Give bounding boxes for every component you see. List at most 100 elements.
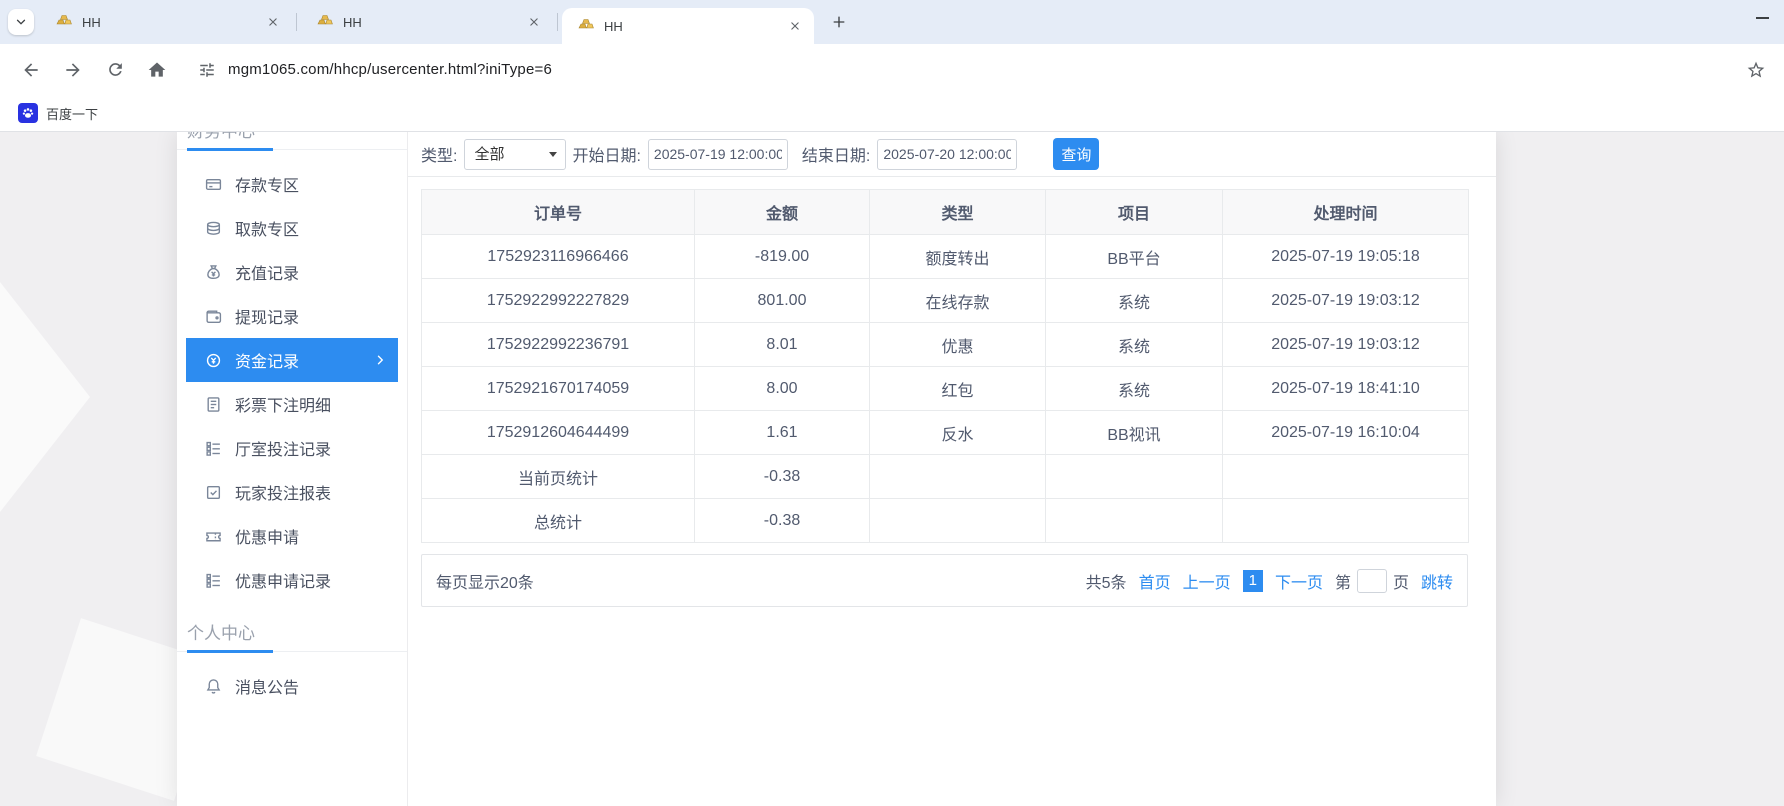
money-bag-icon bbox=[205, 264, 222, 281]
table-row: 1752922992227829 801.00 在线存款 系统 2025-07-… bbox=[422, 279, 1469, 323]
cell-type: 反水 bbox=[870, 411, 1046, 455]
forward-button[interactable] bbox=[56, 53, 90, 87]
fund-records-content: 类型: 全部 开始日期: 结束日期: 查询 订单号 金额 bbox=[408, 132, 1496, 806]
next-page-link[interactable]: 下一页 bbox=[1275, 569, 1323, 593]
tab-close-icon[interactable] bbox=[264, 13, 282, 31]
end-date-input[interactable] bbox=[877, 139, 1017, 170]
sidebar-item-recharge-records[interactable]: 充值记录 bbox=[186, 250, 398, 294]
document-icon bbox=[205, 396, 222, 413]
sidebar-item-deposit-zone[interactable]: 存款专区 bbox=[186, 162, 398, 206]
bookmark-label: 百度一下 bbox=[46, 104, 98, 123]
pagination-panel: 每页显示20条 共5条 首页 上一页 1 下一页 第 页 跳转 bbox=[421, 554, 1468, 607]
cell-project: 系统 bbox=[1046, 323, 1223, 367]
list-icon bbox=[205, 440, 222, 457]
bookmark-baidu[interactable]: 百度一下 bbox=[10, 99, 106, 127]
bookmark-star-button[interactable] bbox=[1740, 54, 1772, 86]
sidebar-item-fund-records[interactable]: 资金记录 bbox=[186, 338, 398, 382]
sidebar-item-label: 彩票下注明细 bbox=[235, 392, 331, 416]
sidebar-item-promo-apply[interactable]: 优惠申请 bbox=[186, 514, 398, 558]
start-date-label: 开始日期: bbox=[572, 142, 640, 166]
table-row-grand-total: 总统计 -0.38 bbox=[422, 499, 1469, 543]
sidebar-item-player-bet-report[interactable]: 玩家投注报表 bbox=[186, 470, 398, 514]
col-header-process-time: 处理时间 bbox=[1223, 190, 1469, 235]
tab-search-button[interactable] bbox=[8, 9, 34, 35]
sidebar-item-label: 消息公告 bbox=[235, 674, 299, 698]
end-date-label: 结束日期: bbox=[802, 142, 870, 166]
sidebar-item-label: 取款专区 bbox=[235, 216, 299, 240]
sidebar-item-promo-apply-records[interactable]: 优惠申请记录 bbox=[186, 558, 398, 602]
page-jump-input[interactable] bbox=[1357, 569, 1387, 593]
cell-order-no: 1752922992227829 bbox=[422, 279, 695, 323]
col-header-order-no: 订单号 bbox=[422, 190, 695, 235]
cell-order-no: 1752921670174059 bbox=[422, 367, 695, 411]
browser-tab-1[interactable]: HH bbox=[40, 0, 292, 44]
home-button[interactable] bbox=[140, 53, 174, 87]
new-tab-button[interactable] bbox=[826, 9, 852, 35]
back-button[interactable] bbox=[14, 53, 48, 87]
sidebar-item-lottery-bet-details[interactable]: 彩票下注明细 bbox=[186, 382, 398, 426]
cell-type: 红包 bbox=[870, 367, 1046, 411]
minimize-button[interactable] bbox=[1748, 6, 1776, 30]
start-date-input[interactable] bbox=[648, 139, 788, 170]
bank-card-icon bbox=[205, 176, 222, 193]
ticket-icon bbox=[205, 528, 222, 545]
plus-icon bbox=[831, 14, 847, 30]
home-icon bbox=[147, 60, 167, 80]
cell-amount: 801.00 bbox=[695, 279, 870, 323]
tab-close-icon[interactable] bbox=[525, 13, 543, 31]
cell-amount: 1.61 bbox=[695, 411, 870, 455]
cell-empty bbox=[1223, 455, 1469, 499]
first-page-link[interactable]: 首页 bbox=[1139, 569, 1171, 593]
jump-suffix-label: 页 bbox=[1393, 569, 1409, 593]
reload-button[interactable] bbox=[98, 53, 132, 87]
chevron-down-icon bbox=[14, 15, 28, 29]
search-button[interactable]: 查询 bbox=[1053, 138, 1099, 170]
sidebar-item-withdraw-zone[interactable]: 取款专区 bbox=[186, 206, 398, 250]
baidu-favicon bbox=[18, 103, 38, 123]
browser-tab-2[interactable]: HH bbox=[301, 0, 553, 44]
forward-arrow-icon bbox=[63, 60, 83, 80]
jump-link[interactable]: 跳转 bbox=[1421, 569, 1453, 593]
cell-empty bbox=[870, 499, 1046, 543]
personal-menu: 消息公告 bbox=[177, 664, 407, 708]
cell-empty bbox=[1046, 455, 1223, 499]
cell-empty bbox=[870, 455, 1046, 499]
site-favicon bbox=[578, 16, 594, 37]
cell-project: BB平台 bbox=[1046, 235, 1223, 279]
tab-title: HH bbox=[82, 15, 264, 30]
prev-page-link[interactable]: 上一页 bbox=[1183, 569, 1231, 593]
cell-label: 当前页统计 bbox=[422, 455, 695, 499]
page-size-text: 每页显示20条 bbox=[436, 569, 534, 593]
cell-order-no: 1752912604644499 bbox=[422, 411, 695, 455]
browser-tab-3-active[interactable]: HH bbox=[562, 8, 814, 44]
list-records-icon bbox=[205, 572, 222, 589]
sidebar-item-message-announcements[interactable]: 消息公告 bbox=[186, 664, 398, 708]
cell-type: 优惠 bbox=[870, 323, 1046, 367]
table-row: 1752921670174059 8.00 红包 系统 2025-07-19 1… bbox=[422, 367, 1469, 411]
sidebar-item-label: 玩家投注报表 bbox=[235, 480, 331, 504]
cell-project: 系统 bbox=[1046, 367, 1223, 411]
type-label: 类型: bbox=[421, 142, 457, 166]
table-row-page-total: 当前页统计 -0.38 bbox=[422, 455, 1469, 499]
tab-close-icon[interactable] bbox=[786, 17, 804, 35]
table-row: 1752912604644499 1.61 反水 BB视讯 2025-07-19… bbox=[422, 411, 1469, 455]
section-finance-label: 财务中心 bbox=[187, 132, 255, 141]
sidebar-item-label: 厅室投注记录 bbox=[235, 436, 331, 460]
tab-title: HH bbox=[604, 19, 786, 34]
sidebar-item-label: 存款专区 bbox=[235, 172, 299, 196]
cell-process-time: 2025-07-19 19:03:12 bbox=[1223, 279, 1469, 323]
report-check-icon bbox=[205, 484, 222, 501]
tab-title: HH bbox=[343, 15, 525, 30]
cell-amount: -0.38 bbox=[695, 455, 870, 499]
sidebar-item-label: 优惠申请记录 bbox=[235, 568, 331, 592]
url-text[interactable]: mgm1065.com/hhcp/usercenter.html?iniType… bbox=[228, 61, 552, 78]
cell-amount: 8.01 bbox=[695, 323, 870, 367]
cell-type: 额度转出 bbox=[870, 235, 1046, 279]
chevron-right-icon bbox=[374, 354, 386, 366]
type-select[interactable]: 全部 bbox=[464, 139, 566, 170]
sidebar-section-finance: 财务中心 bbox=[177, 132, 407, 150]
sidebar-item-hall-bet-records[interactable]: 厅室投注记录 bbox=[186, 426, 398, 470]
site-settings-button[interactable] bbox=[192, 55, 222, 85]
sidebar-item-withdrawal-records[interactable]: 提现记录 bbox=[186, 294, 398, 338]
cell-project: 系统 bbox=[1046, 279, 1223, 323]
